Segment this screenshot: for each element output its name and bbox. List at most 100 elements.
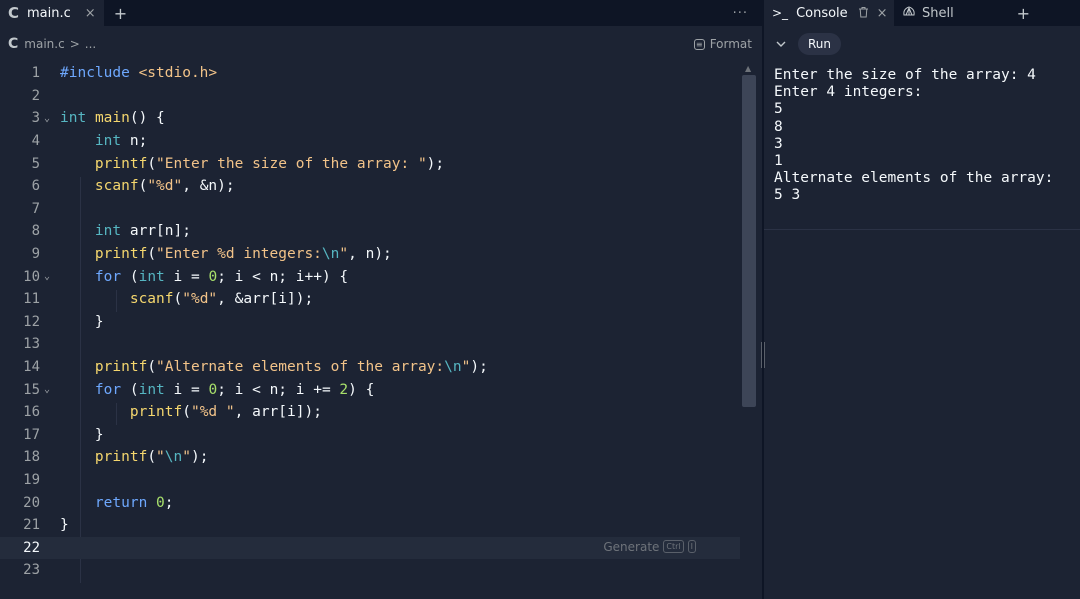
generate-label: Generate: [603, 539, 660, 554]
pane-resize-handle[interactable]: [761, 342, 765, 368]
console-output: Enter the size of the array: 4 Enter 4 i…: [774, 67, 1054, 204]
line-number: 23: [23, 562, 40, 579]
fold-chevron-icon[interactable]: ⌄: [40, 384, 60, 395]
code-line[interactable]: 1 #include <stdio.h>: [0, 62, 762, 85]
code-text: printf("\n");: [94, 449, 209, 466]
line-number: 12: [23, 313, 40, 330]
code-line[interactable]: 18 printf("\n");: [0, 446, 762, 469]
code-line[interactable]: 19: [0, 469, 762, 492]
code-text: scanf("%d", &arr[i]);: [129, 291, 314, 308]
code-line[interactable]: 7: [0, 198, 762, 221]
line-number: 16: [23, 404, 40, 421]
format-button[interactable]: ≡ Format: [693, 37, 752, 51]
code-line[interactable]: 10 ⌄ for (int i = 0; i < n; i++) {: [0, 265, 762, 288]
code-line[interactable]: 9 printf("Enter %d integers:\n", n);: [0, 243, 762, 266]
code-line[interactable]: 2: [0, 85, 762, 108]
console-separator: [764, 229, 1080, 230]
code-line[interactable]: 23: [0, 559, 762, 582]
code-line[interactable]: 20 return 0;: [0, 491, 762, 514]
line-number: 18: [23, 449, 40, 466]
c-language-icon: C: [8, 36, 19, 52]
console-tab-label: Console: [796, 5, 848, 21]
code-line[interactable]: 16 printf("%d ", arr[i]);: [0, 401, 762, 424]
file-tab-main-c[interactable]: C main.c ×: [0, 0, 104, 26]
code-text: }: [60, 517, 69, 534]
code-line[interactable]: 15 ⌄ for (int i = 0; i < n; i += 2) {: [0, 378, 762, 401]
trash-icon[interactable]: [858, 6, 869, 21]
editor-scrollbar[interactable]: [742, 75, 756, 407]
file-tab-label: main.c: [27, 5, 71, 21]
code-text: return 0;: [94, 494, 174, 511]
code-text: }: [60, 313, 104, 330]
code-text: printf("%d ", arr[i]);: [129, 404, 322, 421]
breadcrumb: C main.c > ... ≡ Format: [0, 30, 762, 58]
code-line[interactable]: 3 ⌄ int main() {: [0, 107, 762, 130]
code-line[interactable]: 6 scanf("%d", &n);: [0, 175, 762, 198]
tab-console[interactable]: >_ Console ×: [764, 0, 894, 26]
shell-tab-label: Shell: [922, 5, 954, 21]
code-line[interactable]: 21}: [0, 514, 762, 537]
code-text: }: [60, 426, 104, 443]
line-number: 8: [31, 223, 40, 240]
code-text: int main() {: [60, 110, 165, 127]
tab-shell[interactable]: Shell: [894, 0, 998, 26]
chevron-down-icon[interactable]: [776, 37, 786, 51]
scroll-up-icon[interactable]: ▲: [745, 64, 751, 73]
c-language-icon: C: [8, 4, 20, 22]
line-number: 3: [31, 110, 40, 127]
line-number: 14: [23, 359, 40, 376]
shell-icon: [902, 5, 916, 21]
line-number: 9: [31, 246, 40, 263]
code-text: scanf("%d", &n);: [94, 178, 235, 195]
line-number: 21: [23, 517, 40, 534]
breadcrumb-separator: >: [69, 37, 80, 51]
line-number: 10: [23, 268, 40, 285]
code-text: for (int i = 0; i < n; i += 2) {: [94, 381, 375, 398]
code-line[interactable]: 8 int arr[n];: [0, 220, 762, 243]
code-text: printf("Enter the size of the array: ");: [94, 155, 445, 172]
fold-chevron-icon[interactable]: ⌄: [40, 113, 60, 124]
console-tab-bar: >_ Console × Shell +: [764, 0, 1080, 26]
code-text: printf("Alternate elements of the array:…: [94, 359, 488, 376]
line-number: 5: [31, 155, 40, 172]
breadcrumb-file[interactable]: main.c: [24, 37, 64, 51]
line-number: 22: [23, 539, 40, 556]
code-editor[interactable]: 1 #include <stdio.h> 2 3 ⌄ int main() {4 int …: [0, 60, 762, 599]
code-line[interactable]: 13: [0, 333, 762, 356]
shortcut-key-ctrl: Ctrl: [663, 540, 684, 554]
add-tab-icon[interactable]: +: [1007, 4, 1040, 23]
fold-chevron-icon[interactable]: ⌄: [40, 271, 60, 282]
code-line[interactable]: 17 }: [0, 424, 762, 447]
code-line[interactable]: 11 scanf("%d", &arr[i]);: [0, 288, 762, 311]
line-number: 1: [31, 65, 40, 82]
code-line[interactable]: 12 }: [0, 311, 762, 334]
line-number: 17: [23, 426, 40, 443]
code-text: #include <stdio.h>: [60, 65, 218, 82]
breadcrumb-trail[interactable]: ...: [85, 37, 96, 51]
close-icon[interactable]: ×: [85, 6, 96, 21]
code-line[interactable]: 5 printf("Enter the size of the array: "…: [0, 152, 762, 175]
line-number: 11: [23, 291, 40, 308]
pane-divider[interactable]: [762, 0, 764, 599]
add-tab-icon[interactable]: +: [104, 4, 137, 23]
line-number: 13: [23, 336, 40, 353]
code-line[interactable]: 22 Generate Ctrl I: [0, 536, 740, 560]
code-text: for (int i = 0; i < n; i++) {: [94, 268, 349, 285]
more-options-icon[interactable]: ···: [733, 6, 748, 21]
shortcut-key-i: I: [687, 540, 696, 554]
line-number: 19: [23, 472, 40, 489]
code-text: int n;: [94, 133, 148, 150]
line-number: 4: [31, 133, 40, 150]
editor-tab-bar: C main.c × + ···: [0, 0, 762, 26]
code-line[interactable]: 14 printf("Alternate elements of the arr…: [0, 356, 762, 379]
format-label: Format: [709, 37, 752, 51]
terminal-prompt-icon: >_: [772, 6, 789, 20]
code-text: int arr[n];: [94, 223, 191, 240]
code-line[interactable]: 4 int n;: [0, 130, 762, 153]
line-number: 7: [31, 200, 40, 217]
console-toolbar: Run: [764, 30, 1080, 58]
close-icon[interactable]: ×: [877, 6, 888, 21]
run-button[interactable]: Run: [798, 33, 842, 55]
generate-hint[interactable]: Generate Ctrl I: [603, 540, 696, 554]
line-number: 15: [23, 381, 40, 398]
